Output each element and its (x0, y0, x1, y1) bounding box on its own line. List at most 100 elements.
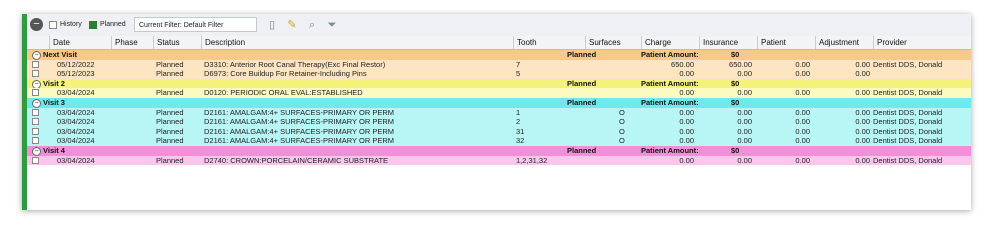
group-title: Visit 2 (43, 78, 65, 88)
planned-toggle[interactable]: Planned (89, 17, 126, 32)
table-row[interactable]: 03/04/2024 Planned D0120: PERIODIC ORAL EV… (27, 88, 971, 98)
cell-surfaces: O (619, 136, 625, 146)
row-checkbox[interactable] (32, 89, 39, 97)
row-checkbox[interactable] (32, 156, 39, 164)
group-header-row[interactable]: − Visit 2 Planned Patient Amount: $0 (27, 78, 971, 89)
row-checkbox[interactable] (32, 118, 39, 126)
header-insurance[interactable]: Insurance (699, 36, 757, 49)
edit-icon[interactable]: ✎ (285, 18, 299, 32)
cell-tooth: 1,2,31,32 (516, 155, 548, 165)
group-title: Visit 4 (43, 145, 65, 155)
cell-date: 03/04/2024 (57, 155, 95, 165)
group-amount: $0 (731, 78, 740, 88)
cell-provider: Dentist DDS, Donald (873, 136, 943, 146)
cell-patient: 0.00 (795, 155, 810, 165)
table-row[interactable]: 03/04/2024 Planned D2161: AMALGAM:4+ SURFA… (27, 107, 971, 118)
cell-surfaces (619, 60, 639, 70)
cell-tooth: 2 (516, 117, 521, 127)
cell-patient: 0.00 (795, 136, 810, 146)
cell-status: Planned (156, 88, 184, 98)
toolbar: − History Planned Current Filter: Defaul… (27, 14, 971, 37)
header-date[interactable]: Date (49, 36, 111, 49)
cell-surfaces: O (619, 117, 625, 127)
row-checkbox[interactable] (32, 70, 39, 78)
table-row[interactable]: 03/04/2024 Planned D2161: AMALGAM:4+ SURFA… (27, 136, 971, 146)
group-header-row[interactable]: − Next Visit Planned Patient Amount: $0 (27, 50, 971, 60)
cell-status: Planned (156, 136, 184, 146)
cell-patient: 0.00 (795, 69, 810, 79)
header-description[interactable]: Description (201, 36, 513, 49)
table-row[interactable]: 05/12/2022 Planned D3310: Anterior Root Ca… (27, 59, 971, 70)
cell-provider: Dentist DDS, Donald (873, 59, 943, 69)
cell-insurance: 0.00 (737, 136, 752, 146)
cell-charge: 650.00 (671, 59, 694, 69)
cell-patient: 0.00 (795, 117, 810, 127)
header-charge[interactable]: Charge (641, 36, 699, 49)
table-row[interactable]: 03/04/2024 Planned D2161: AMALGAM:4+ SURFA… (27, 117, 971, 127)
history-toggle[interactable]: History (49, 17, 82, 32)
row-checkbox[interactable] (32, 137, 39, 145)
cell-insurance: 650.00 (729, 59, 752, 69)
cell-adjustment: 0.00 (855, 88, 870, 98)
planned-label: Planned (100, 21, 126, 28)
planned-checkbox[interactable] (89, 20, 97, 29)
header-status[interactable]: Status (153, 36, 201, 49)
cell-provider: Dentist DDS, Donald (873, 155, 943, 165)
cell-status: Planned (156, 117, 184, 127)
cell-insurance: 0.00 (737, 117, 752, 127)
header-adjustment[interactable]: Adjustment (815, 36, 873, 49)
cell-date: 03/04/2024 (57, 126, 95, 136)
cell-date: 03/04/2024 (57, 107, 95, 117)
collapse-all-icon[interactable]: − (30, 18, 43, 31)
cell-tooth: 7 (516, 59, 521, 69)
group-title: Next Visit (43, 50, 78, 59)
cell-insurance: 0.00 (737, 69, 752, 79)
cell-description: D2161: AMALGAM:4+ SURFACES-PRIMARY OR PE… (204, 107, 394, 117)
header-surfaces[interactable]: Surfaces (585, 36, 641, 49)
save-icon[interactable]: ▯ (265, 18, 279, 32)
cell-charge: 0.00 (679, 136, 694, 146)
row-checkbox[interactable] (32, 60, 39, 68)
cell-patient: 0.00 (795, 88, 810, 98)
group-amount-label: Patient Amount: (641, 78, 699, 88)
cell-tooth (516, 88, 582, 98)
row-checkbox[interactable] (32, 127, 39, 135)
filter-icon[interactable]: ⏷ (325, 18, 339, 32)
cell-description: D2161: AMALGAM:4+ SURFACES-PRIMARY OR PE… (204, 117, 394, 127)
cell-adjustment: 0.00 (855, 126, 870, 136)
table-row[interactable]: 05/12/2023 Planned D6973: Core Buildup For… (27, 69, 971, 79)
cell-status: Planned (156, 126, 184, 136)
cell-description: D2161: AMALGAM:4+ SURFACES-PRIMARY OR PE… (204, 136, 394, 146)
cell-provider: Dentist DDS, Donald (873, 117, 943, 127)
group-amount: $0 (731, 50, 740, 59)
cell-tooth: 5 (516, 69, 521, 79)
cell-date: 03/04/2024 (57, 136, 95, 146)
header-provider[interactable]: Provider (873, 36, 971, 49)
table-row[interactable]: 03/04/2024 Planned D2161: AMALGAM:4+ SURFA… (27, 126, 971, 137)
cell-description: D0120: PERIODIC ORAL EVAL:ESTABLISHED (204, 88, 363, 98)
group-header-row[interactable]: − Visit 3 Planned Patient Amount: $0 (27, 97, 971, 108)
search-icon[interactable]: ⌕ (305, 18, 319, 32)
group-status: Planned (567, 50, 597, 59)
cell-surfaces: O (619, 126, 625, 136)
cell-adjustment: 0.00 (855, 117, 870, 127)
table-row[interactable]: 03/04/2024 Planned D2740: CROWN:PORCELAIN/… (27, 155, 971, 166)
group-header-row[interactable]: − Visit 4 Planned Patient Amount: $0 (27, 145, 971, 156)
row-checkbox[interactable] (32, 108, 39, 116)
cell-status: Planned (156, 69, 184, 79)
cell-charge: 0.00 (679, 155, 694, 165)
cell-provider: Dentist DDS, Donald (873, 126, 943, 136)
cell-provider (873, 69, 971, 79)
cell-date: 03/04/2024 (57, 117, 95, 127)
header-patient[interactable]: Patient (757, 36, 815, 49)
header-tooth[interactable]: Tooth (513, 36, 585, 49)
cell-date: 05/12/2022 (57, 59, 95, 69)
cell-provider: Dentist DDS, Donald (873, 88, 943, 98)
current-filter-box[interactable]: Current Filter: Default Filter (134, 17, 257, 32)
cell-surfaces: O (619, 107, 625, 117)
cell-adjustment: 0.00 (855, 69, 870, 79)
cell-description: D6973: Core Buildup For Retainer-Includi… (204, 69, 367, 79)
history-checkbox[interactable] (49, 20, 57, 29)
header-phase[interactable]: Phase (111, 36, 153, 49)
cell-date: 05/12/2023 (57, 69, 95, 79)
